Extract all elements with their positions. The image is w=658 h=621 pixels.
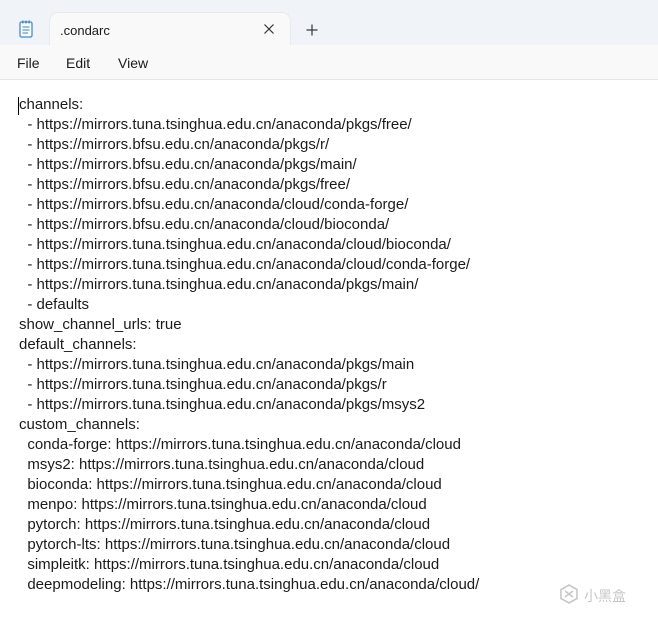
tab-condarc[interactable]: .condarc <box>50 13 290 45</box>
menu-edit[interactable]: Edit <box>66 55 90 71</box>
editor-line: - https://mirrors.tuna.tsinghua.edu.cn/a… <box>19 376 387 393</box>
editor-line: - https://mirrors.bfsu.edu.cn/anaconda/p… <box>19 156 357 173</box>
editor-line: - https://mirrors.tuna.tsinghua.edu.cn/a… <box>19 396 426 413</box>
editor-line: custom_channels: <box>19 416 140 433</box>
editor-line: default_channels: <box>19 336 137 353</box>
editor-line: msys2: https://mirrors.tuna.tsinghua.edu… <box>19 456 425 473</box>
xiaoheihe-logo-icon <box>560 584 578 604</box>
text-caret <box>18 97 19 115</box>
editor-line: - https://mirrors.bfsu.edu.cn/anaconda/p… <box>19 176 350 193</box>
editor-line: - https://mirrors.tuna.tsinghua.edu.cn/a… <box>19 236 451 253</box>
editor-line: pytorch: https://mirrors.tuna.tsinghua.e… <box>19 516 431 533</box>
notepad-icon <box>19 20 33 38</box>
editor-line: conda-forge: https://mirrors.tuna.tsingh… <box>19 436 461 453</box>
notepad-window: .condarc File Edit View channels: - http… <box>0 0 658 621</box>
watermark: 小黑盒 <box>558 583 642 605</box>
tab-bar: .condarc <box>0 0 658 45</box>
tab-title: .condarc <box>60 23 110 38</box>
editor-line: channels: <box>19 96 84 113</box>
editor-line: - https://mirrors.tuna.tsinghua.edu.cn/a… <box>19 356 415 373</box>
editor-line: bioconda: https://mirrors.tuna.tsinghua.… <box>19 476 442 493</box>
editor-line: simpleitk: https://mirrors.tuna.tsinghua… <box>19 556 440 573</box>
close-icon[interactable] <box>261 21 277 37</box>
menu-view[interactable]: View <box>118 55 148 71</box>
watermark-text: 小黑盒 <box>584 588 626 604</box>
editor-line: - https://mirrors.tuna.tsinghua.edu.cn/a… <box>19 276 419 293</box>
editor-line: - https://mirrors.bfsu.edu.cn/anaconda/p… <box>19 136 330 153</box>
editor-line: menpo: https://mirrors.tuna.tsinghua.edu… <box>19 496 427 513</box>
editor-line: pytorch-lts: https://mirrors.tuna.tsingh… <box>19 536 451 553</box>
plus-icon[interactable] <box>304 22 320 38</box>
editor-line: deepmodeling: https://mirrors.tuna.tsing… <box>19 576 480 593</box>
editor-line: - https://mirrors.bfsu.edu.cn/anaconda/c… <box>19 196 409 213</box>
editor-line: - https://mirrors.tuna.tsinghua.edu.cn/a… <box>19 256 471 273</box>
editor-line: - https://mirrors.tuna.tsinghua.edu.cn/a… <box>19 116 412 133</box>
editor-line: - defaults <box>19 296 90 313</box>
editor-line: - https://mirrors.bfsu.edu.cn/anaconda/c… <box>19 216 390 233</box>
text-editor[interactable]: channels: - https://mirrors.tuna.tsinghu… <box>0 80 658 621</box>
menu-file[interactable]: File <box>17 55 40 71</box>
editor-line: show_channel_urls: true <box>19 316 182 333</box>
menu-bar: File Edit View <box>0 45 658 80</box>
